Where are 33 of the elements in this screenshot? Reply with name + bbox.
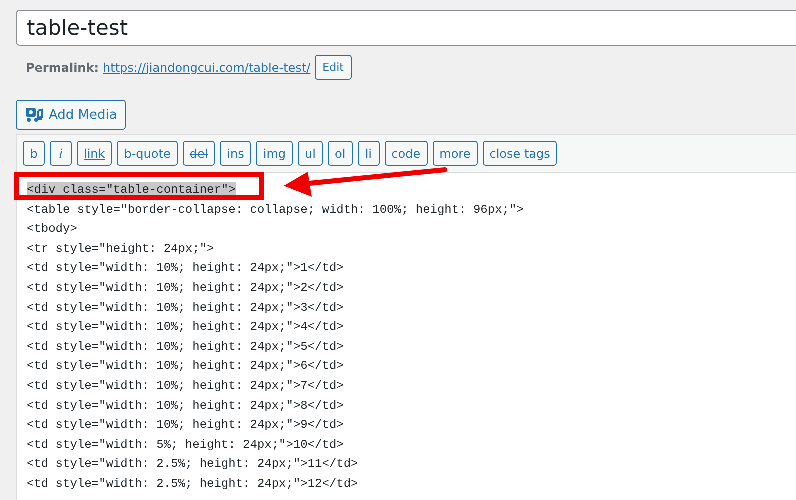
title-field[interactable]: table-test	[16, 10, 796, 46]
toolbar-button[interactable]: ins	[220, 141, 252, 166]
code-line: <td style="width: 10%; height: 24px;">6</td>	[27, 358, 344, 374]
add-media-button[interactable]: Add Media	[16, 100, 126, 130]
code-line: <td style="width: 10%; height: 24px;">2</td>	[27, 280, 344, 296]
toolbar-button[interactable]: more	[432, 141, 478, 166]
code-line: <tbody>	[27, 221, 78, 238]
code-line: <table style="border-collapse: collapse; width: 100%; height: 96px;">	[27, 202, 524, 218]
code-line: <td style="width: 10%; height: 24px;">1</td>	[27, 260, 344, 276]
edit-button[interactable]: Edit	[314, 55, 352, 80]
toolbar-button[interactable]: ol	[328, 141, 353, 166]
code-line: <td style="width: 10%; height: 24px;">5</td>	[27, 338, 344, 355]
toolbar-button[interactable]: li	[358, 141, 380, 166]
toolbar-button[interactable]: i	[50, 141, 72, 166]
code-line: <td style="width: 10%; height: 24px;">4</td>	[27, 319, 344, 336]
code-line: <td style="width: 2.5%; height: 24px;">11</td>	[27, 456, 358, 472]
permalink-link[interactable]: https://jiandongcui.com/table-test/	[103, 60, 311, 74]
toolbar-button[interactable]: ul	[298, 141, 323, 166]
code-line: <tr style="height: 24px;">	[27, 240, 214, 257]
toolbar-button[interactable]: b	[23, 141, 45, 166]
toolbar-button[interactable]: close tags	[482, 141, 558, 166]
code-line: <td style="width: 10%; height: 24px;">8</td>	[27, 398, 344, 414]
code-line: <td style="width: 2.5%; height: 24px;">12</td>	[27, 476, 358, 492]
code-line: <td style="width: 10%; height: 24px;">9</td>	[27, 417, 344, 434]
code-line: <td style="width: 5%; height: 24px;">10</td>	[27, 436, 344, 453]
permalink-label: Permalink:	[26, 60, 100, 74]
code-line: <td style="width: 10%; height: 24px;">3</td>	[27, 300, 344, 316]
toolbar-button[interactable]: code	[384, 141, 428, 166]
code-line: <td style="width: 10%; height: 24px;">7</td>	[27, 378, 344, 394]
toolbar-button[interactable]: img	[256, 141, 294, 166]
toolbar-button[interactable]: del	[182, 141, 216, 166]
toolbar-button[interactable]: b-quote	[117, 141, 178, 166]
toolbar-button[interactable]: link	[77, 141, 112, 166]
